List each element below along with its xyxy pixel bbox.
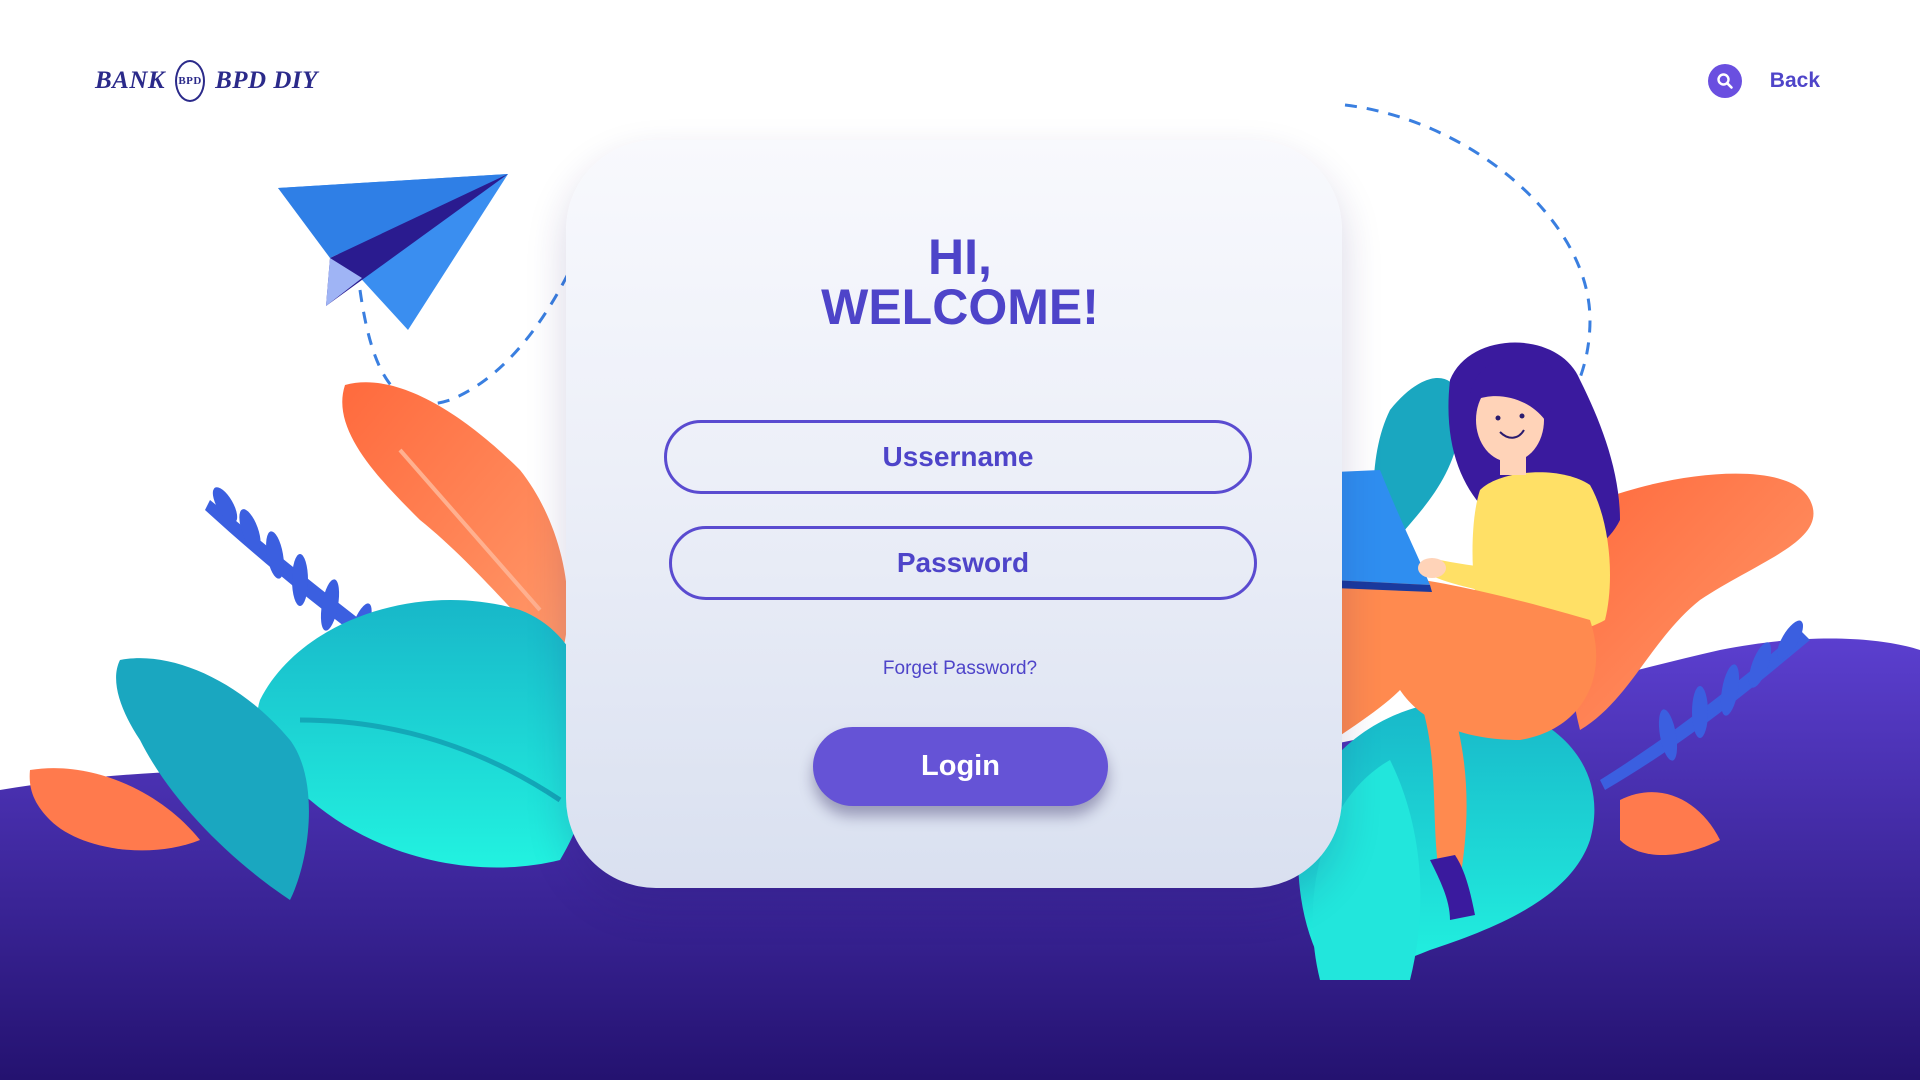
forget-password-link[interactable]: Forget Password? <box>0 658 1920 680</box>
username-field <box>664 420 1252 494</box>
back-link[interactable]: Back <box>1770 69 1820 93</box>
login-button[interactable]: Login <box>813 727 1108 806</box>
logo-text-right: BPD DIY <box>215 67 318 94</box>
password-field <box>669 526 1257 600</box>
greeting-line-1: HI, <box>928 229 992 285</box>
top-nav: Back <box>1707 64 1820 98</box>
logo-emblem-icon: BPD <box>175 60 206 102</box>
greeting-line-2: WELCOME! <box>821 279 1099 335</box>
welcome-heading: HI, WELCOME! <box>0 232 1920 332</box>
logo-text-left: BANK <box>95 67 166 94</box>
password-input[interactable] <box>672 528 1254 598</box>
bank-logo: BANK BPD BPD DIY <box>95 58 318 104</box>
username-input[interactable] <box>667 422 1249 492</box>
search-button[interactable] <box>1707 64 1742 98</box>
search-icon <box>1717 73 1733 89</box>
